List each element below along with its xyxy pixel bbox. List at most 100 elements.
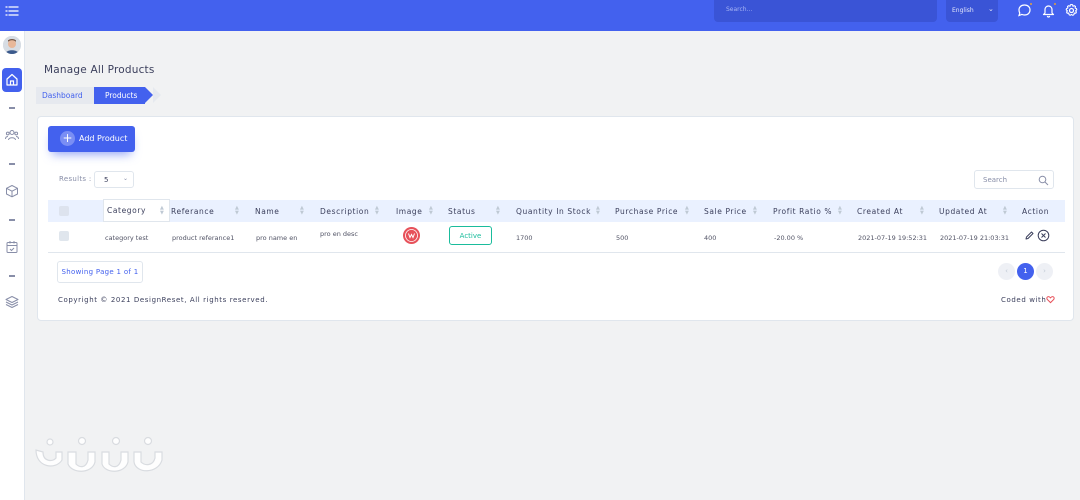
settings-button[interactable] bbox=[1064, 3, 1079, 18]
sort-icon: ▲ ▼ bbox=[753, 205, 757, 216]
sort-icon: ▲ ▼ bbox=[300, 205, 304, 216]
chevron-down-icon: ⌄ bbox=[988, 5, 994, 13]
sidebar bbox=[0, 31, 25, 500]
cell-name: pro name en bbox=[256, 234, 298, 242]
column-header-name[interactable]: Name bbox=[255, 207, 280, 216]
page-number: 1 bbox=[1023, 267, 1028, 275]
edit-icon[interactable] bbox=[1024, 230, 1035, 241]
breadcrumb-arrow bbox=[145, 87, 153, 103]
cell-updated-at: 2021-07-19 21:03:31 bbox=[940, 234, 1010, 242]
status-badge[interactable]: Active bbox=[449, 226, 492, 245]
sidebar-divider bbox=[9, 275, 15, 277]
watermark-logo bbox=[35, 436, 163, 472]
chevron-down-icon: ⌄ bbox=[123, 175, 129, 182]
sort-icon: ▲ ▼ bbox=[160, 205, 164, 216]
sort-icon: ▲ ▼ bbox=[375, 205, 379, 216]
cell-description: pro en desc bbox=[320, 230, 358, 238]
delete-icon[interactable] bbox=[1037, 229, 1050, 242]
results-value: 5 bbox=[104, 176, 109, 184]
sort-icon: ▲ ▼ bbox=[429, 205, 433, 216]
add-product-label: Add Product bbox=[79, 134, 128, 143]
home-icon bbox=[6, 73, 18, 86]
copyright-text: Copyright © 2021 DesignReset, All rights… bbox=[58, 296, 269, 304]
add-product-button[interactable]: + Add Product bbox=[48, 126, 135, 152]
language-dropdown[interactable]: English ⌄ bbox=[946, 0, 998, 22]
top-navbar: Search... English ⌄ bbox=[0, 0, 1080, 31]
sort-icon: ▲ ▼ bbox=[1003, 205, 1007, 216]
results-label: Results : bbox=[59, 175, 92, 183]
breadcrumb-products-label: Products bbox=[105, 91, 138, 100]
column-header-quantity[interactable]: Quantity In Stock bbox=[516, 207, 591, 216]
pagination-prev-button[interactable]: ‹ bbox=[998, 263, 1015, 280]
chevron-left-icon: ‹ bbox=[1005, 267, 1008, 275]
product-thumbnail-icon bbox=[405, 229, 418, 242]
search-icon bbox=[1038, 175, 1049, 186]
menu-icon[interactable] bbox=[5, 4, 19, 18]
language-label: English bbox=[952, 7, 974, 14]
cell-purchase-price: 500 bbox=[616, 234, 629, 242]
showing-page-info: Showing Page 1 of 1 bbox=[57, 261, 143, 283]
sort-icon: ▲ ▼ bbox=[596, 205, 600, 216]
messages-button[interactable] bbox=[1017, 2, 1033, 18]
column-header-sale-price[interactable]: Sale Price bbox=[704, 207, 747, 216]
calendar-icon[interactable] bbox=[5, 240, 19, 254]
column-header-action: Action bbox=[1022, 207, 1050, 216]
user-avatar-icon bbox=[3, 36, 21, 54]
product-image[interactable] bbox=[403, 227, 420, 244]
cell-profit-ratio: -20.00 % bbox=[774, 234, 804, 242]
sidebar-item-home[interactable] bbox=[2, 68, 22, 92]
table-search-input[interactable]: Search bbox=[974, 170, 1054, 189]
table-row: category test product referance1 pro nam… bbox=[48, 223, 1065, 253]
sidebar-divider bbox=[9, 163, 15, 165]
breadcrumb-products: Products bbox=[94, 87, 145, 104]
breadcrumb-dashboard-label: Dashboard bbox=[42, 91, 83, 100]
plus-icon: + bbox=[60, 131, 75, 146]
global-search-placeholder: Search... bbox=[726, 6, 753, 13]
products-panel: + Add Product Results : 5 ⌄ Search Categ… bbox=[37, 116, 1074, 321]
showing-page-label: Showing Page 1 of 1 bbox=[61, 268, 139, 276]
cell-created-at: 2021-07-19 19:52:31 bbox=[858, 234, 928, 242]
column-header-profit-ratio[interactable]: Profit Ratio % bbox=[773, 207, 832, 216]
pagination-page-button[interactable]: 1 bbox=[1017, 263, 1034, 280]
cell-quantity: 1700 bbox=[516, 234, 533, 242]
sort-icon: ▲ ▼ bbox=[496, 205, 500, 216]
sidebar-divider bbox=[9, 219, 15, 221]
coded-with-text: Coded with bbox=[1001, 296, 1047, 304]
status-label: Active bbox=[459, 232, 482, 240]
row-checkbox[interactable] bbox=[59, 231, 69, 241]
cell-sale-price: 400 bbox=[704, 234, 717, 242]
table-search-placeholder: Search bbox=[983, 176, 1008, 184]
select-all-checkbox[interactable] bbox=[59, 206, 69, 216]
chevron-right-icon: › bbox=[1043, 267, 1046, 275]
notifications-button[interactable] bbox=[1041, 2, 1057, 18]
column-label: Category bbox=[107, 206, 147, 215]
global-search-input[interactable]: Search... bbox=[714, 0, 937, 22]
heart-icon bbox=[1046, 296, 1055, 304]
breadcrumb-dashboard[interactable]: Dashboard bbox=[36, 87, 94, 104]
cell-referance: product referance1 bbox=[172, 234, 235, 242]
column-header-description[interactable]: Description bbox=[320, 207, 369, 216]
avatar[interactable] bbox=[3, 36, 21, 54]
sidebar-divider bbox=[9, 107, 15, 109]
pagination-next-button[interactable]: › bbox=[1036, 263, 1053, 280]
column-header-updated-at[interactable]: Updated At bbox=[939, 207, 987, 216]
column-header-purchase-price[interactable]: Purchase Price bbox=[615, 207, 678, 216]
sort-icon: ▲ ▼ bbox=[920, 205, 924, 216]
users-icon[interactable] bbox=[5, 128, 19, 142]
column-header-category[interactable]: Category ▲ ▼ bbox=[103, 199, 170, 222]
sort-icon: ▲ ▼ bbox=[838, 205, 842, 216]
layers-icon[interactable] bbox=[5, 295, 19, 309]
sort-icon: ▲ ▼ bbox=[685, 205, 689, 216]
cell-category: category test bbox=[105, 234, 149, 242]
column-header-referance[interactable]: Referance bbox=[171, 207, 214, 216]
page-title: Manage All Products bbox=[44, 64, 155, 76]
sort-icon: ▲ ▼ bbox=[235, 205, 239, 216]
results-per-page-select[interactable]: 5 ⌄ bbox=[94, 171, 134, 188]
column-header-image[interactable]: Image bbox=[396, 207, 423, 216]
column-header-created-at[interactable]: Created At bbox=[857, 207, 903, 216]
table-header: Category ▲ ▼ Referance ▲ ▼ Name ▲ ▼ Descrip… bbox=[48, 199, 1065, 222]
column-header-status[interactable]: Status bbox=[448, 207, 476, 216]
gear-icon bbox=[1065, 3, 1078, 16]
box-icon[interactable] bbox=[5, 184, 19, 198]
breadcrumb-arrow bbox=[153, 87, 161, 103]
